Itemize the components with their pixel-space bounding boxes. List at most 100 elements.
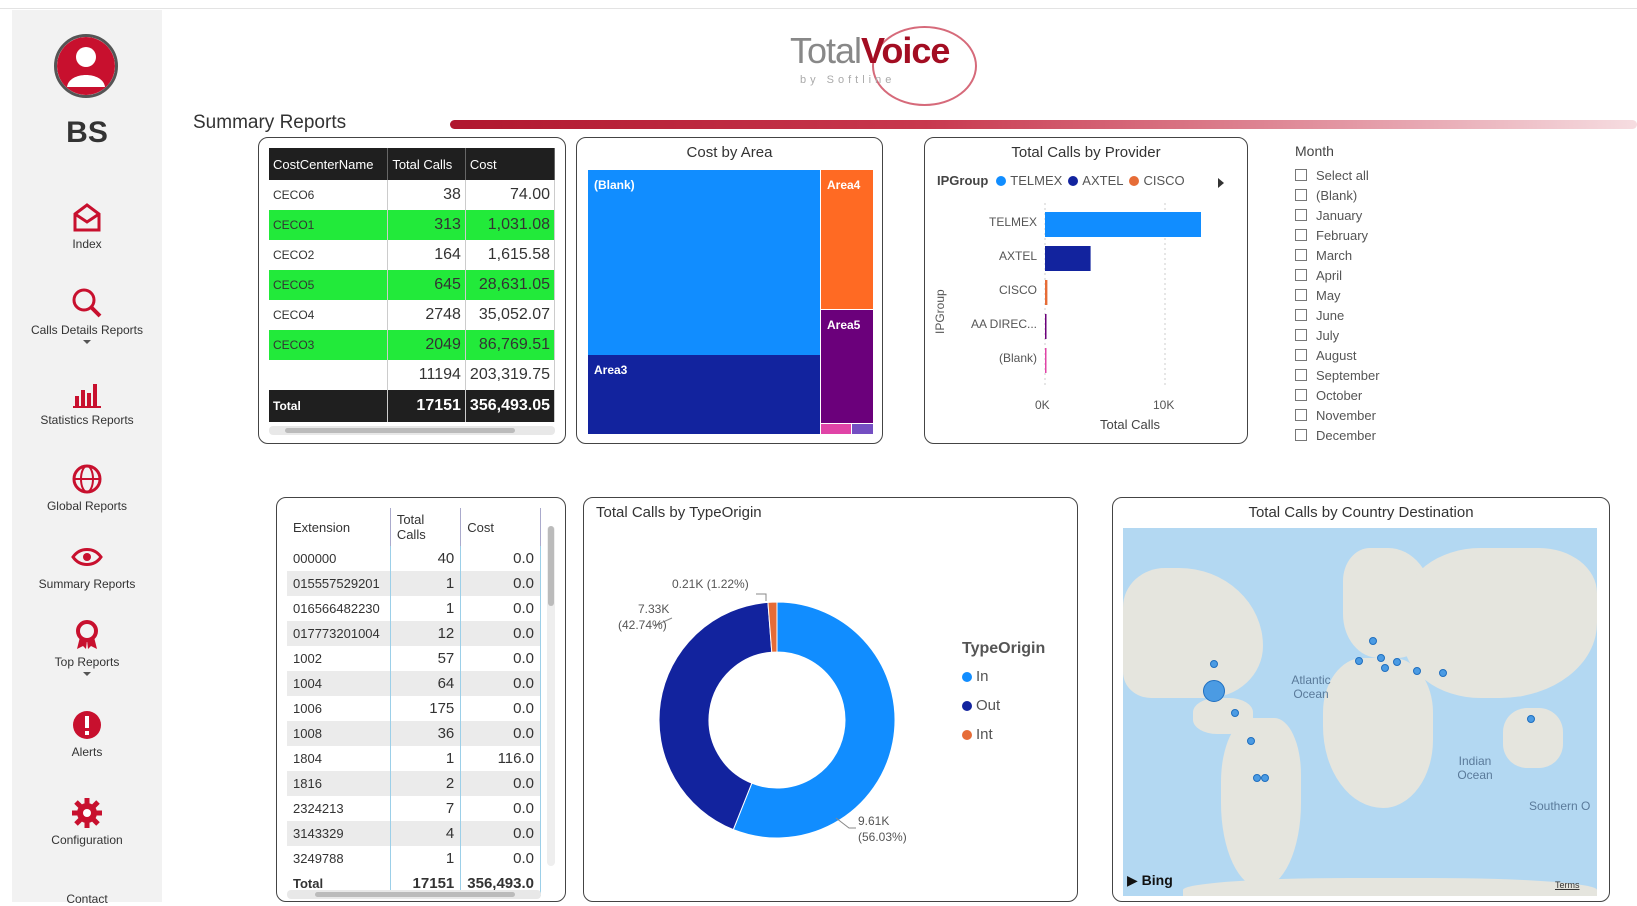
- col-header-calls[interactable]: Total Calls: [390, 508, 462, 546]
- nav-contact[interactable]: Contact: [12, 892, 162, 906]
- month-option[interactable]: May: [1295, 285, 1380, 305]
- legend-item[interactable]: TELMEX: [1010, 173, 1062, 188]
- table-row[interactable]: 000000 40 0.0: [287, 546, 541, 571]
- checkbox[interactable]: [1295, 409, 1307, 421]
- checkbox[interactable]: [1295, 329, 1307, 341]
- table-row[interactable]: CECO3 2049 86,769.51: [269, 330, 556, 360]
- map-bubble[interactable]: [1210, 660, 1218, 668]
- horizontal-scrollbar[interactable]: [269, 426, 555, 435]
- treemap-area4[interactable]: Area4: [821, 170, 873, 309]
- nav-index[interactable]: Index: [12, 200, 162, 251]
- col-header-cost[interactable]: Cost: [460, 508, 541, 546]
- month-option[interactable]: November: [1295, 405, 1380, 425]
- nav-statistics[interactable]: Statistics Reports: [12, 376, 162, 427]
- bar[interactable]: [1045, 280, 1048, 305]
- map-bubble[interactable]: [1413, 667, 1421, 675]
- scroll-thumb[interactable]: [285, 428, 515, 433]
- table-row[interactable]: 1816 2 0.0: [287, 771, 541, 796]
- checkbox[interactable]: [1295, 269, 1307, 281]
- table-row[interactable]: CECO2 164 1,615.58: [269, 240, 556, 270]
- col-header-extension[interactable]: Extension: [287, 508, 391, 546]
- cost-center-table[interactable]: CostCenterName Total Calls Cost CECO6 38 7…: [269, 148, 556, 422]
- col-header-calls[interactable]: Total Calls: [387, 148, 466, 180]
- table-row[interactable]: CECO1 313 1,031.08: [269, 210, 556, 240]
- month-option[interactable]: January: [1295, 205, 1380, 225]
- world-map[interactable]: Atlantic Ocean Indian Ocean Southern O ▶…: [1123, 528, 1597, 896]
- month-option[interactable]: (Blank): [1295, 185, 1380, 205]
- legend-item[interactable]: CISCO: [1143, 173, 1184, 188]
- bar[interactable]: [1045, 246, 1091, 271]
- table-row[interactable]: 1008 36 0.0: [287, 721, 541, 746]
- table-row[interactable]: 017773201004 12 0.0: [287, 621, 541, 646]
- table-row[interactable]: CECO6 38 74.00: [269, 180, 556, 210]
- nav-top[interactable]: Top Reports: [12, 618, 162, 676]
- checkbox[interactable]: [1295, 369, 1307, 381]
- month-option[interactable]: June: [1295, 305, 1380, 325]
- col-header-cost[interactable]: Cost: [465, 148, 556, 180]
- bar[interactable]: [1045, 314, 1047, 339]
- month-option[interactable]: August: [1295, 345, 1380, 365]
- checkbox[interactable]: [1295, 229, 1307, 241]
- col-header-name[interactable]: CostCenterName: [269, 148, 389, 180]
- table-row[interactable]: 3249788 1 0.0: [287, 846, 541, 871]
- map-bubble[interactable]: [1439, 669, 1447, 677]
- table-row[interactable]: CECO4 2748 35,052.07: [269, 300, 556, 330]
- map-bubble[interactable]: [1247, 737, 1255, 745]
- checkbox[interactable]: [1295, 289, 1307, 301]
- user-avatar[interactable]: [54, 34, 118, 98]
- legend-item-int[interactable]: Int: [962, 720, 1045, 749]
- table-row[interactable]: 1006 175 0.0: [287, 696, 541, 721]
- month-option[interactable]: September: [1295, 365, 1380, 385]
- treemap-area5[interactable]: Area5: [821, 310, 873, 423]
- checkbox[interactable]: [1295, 189, 1307, 201]
- nav-calls-details[interactable]: Calls Details Reports: [12, 286, 162, 344]
- table-row[interactable]: 015557529201 1 0.0: [287, 571, 541, 596]
- nav-global[interactable]: Global Reports: [12, 462, 162, 513]
- map-bubble[interactable]: [1381, 664, 1389, 672]
- table-row[interactable]: 016566482230 1 0.0: [287, 596, 541, 621]
- map-bubble[interactable]: [1203, 680, 1225, 702]
- table-row[interactable]: 1004 64 0.0: [287, 671, 541, 696]
- treemap-small-2[interactable]: [852, 424, 873, 434]
- month-option[interactable]: April: [1295, 265, 1380, 285]
- month-option[interactable]: October: [1295, 385, 1380, 405]
- checkbox[interactable]: [1295, 309, 1307, 321]
- table-row[interactable]: 11194 203,319.75: [269, 360, 556, 390]
- table-row[interactable]: 1002 57 0.0: [287, 646, 541, 671]
- extension-table[interactable]: Extension Total Calls Cost 000000 40 0.0 01…: [287, 508, 541, 896]
- checkbox[interactable]: [1295, 209, 1307, 221]
- month-option[interactable]: December: [1295, 425, 1380, 445]
- bar[interactable]: [1045, 348, 1047, 373]
- month-option[interactable]: March: [1295, 245, 1380, 265]
- map-bubble[interactable]: [1355, 657, 1363, 665]
- checkbox[interactable]: [1295, 169, 1307, 181]
- map-bubble[interactable]: [1393, 658, 1401, 666]
- scroll-thumb[interactable]: [315, 892, 515, 897]
- checkbox[interactable]: [1295, 429, 1307, 441]
- table-row[interactable]: CECO5 645 28,631.05: [269, 270, 556, 300]
- checkbox[interactable]: [1295, 349, 1307, 361]
- map-bubble[interactable]: [1377, 654, 1385, 662]
- treemap-area3[interactable]: Area3: [588, 355, 820, 434]
- legend-item-in[interactable]: In: [962, 662, 1045, 691]
- treemap-blank[interactable]: (Blank): [588, 170, 820, 355]
- checkbox[interactable]: [1295, 389, 1307, 401]
- treemap-small-1[interactable]: [821, 424, 851, 434]
- table-row[interactable]: 2324213 7 0.0: [287, 796, 541, 821]
- nav-summary[interactable]: Summary Reports: [12, 540, 162, 591]
- map-bubble[interactable]: [1253, 774, 1261, 782]
- nav-alerts[interactable]: Alerts: [12, 708, 162, 759]
- legend-item-out[interactable]: Out: [962, 691, 1045, 720]
- map-bubble[interactable]: [1527, 715, 1535, 723]
- bar[interactable]: [1045, 212, 1201, 237]
- terms-link[interactable]: Terms: [1555, 880, 1580, 890]
- scroll-thumb[interactable]: [548, 526, 554, 606]
- map-bubble[interactable]: [1369, 637, 1377, 645]
- table-row[interactable]: 1804 1 116.0: [287, 746, 541, 771]
- nav-configuration[interactable]: Configuration: [12, 796, 162, 847]
- vertical-scrollbar[interactable]: [547, 526, 555, 866]
- map-bubble[interactable]: [1261, 774, 1269, 782]
- table-row[interactable]: 3143329 4 0.0: [287, 821, 541, 846]
- legend-item[interactable]: AXTEL: [1082, 173, 1123, 188]
- horizontal-scrollbar[interactable]: [287, 890, 541, 899]
